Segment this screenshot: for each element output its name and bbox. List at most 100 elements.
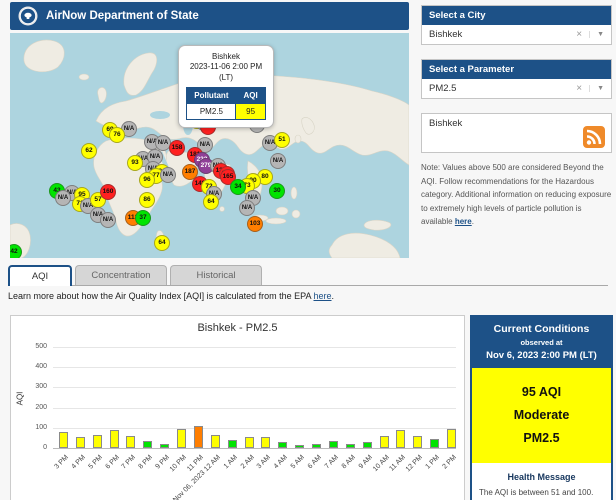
aqi-marker[interactable]: 64 — [203, 194, 219, 210]
aqi-marker[interactable]: 30 — [269, 183, 285, 199]
popup-aqi-header: AQI — [236, 88, 265, 104]
aqi-chart-panel: Bishkek - PM2.5 0100200300400500AQI3 PM4… — [10, 315, 465, 500]
y-axis-title: AQI — [15, 392, 24, 406]
app-header: AirNow Department of State — [10, 2, 409, 30]
aqi-bar[interactable] — [447, 429, 456, 448]
aqi-marker[interactable]: N/A — [100, 212, 116, 228]
parameter-select-label: Select a Parameter — [422, 60, 611, 79]
aqi-bar[interactable] — [126, 436, 135, 448]
rss-icon[interactable] — [583, 126, 605, 148]
aqi-bar[interactable] — [143, 441, 152, 448]
observed-at-value: Nov 6, 2023 2:00 PM (LT) — [476, 350, 607, 361]
current-conditions-header: Current Conditions observed at Nov 6, 20… — [472, 317, 611, 368]
aqi-bar[interactable] — [160, 444, 169, 448]
y-axis-tick-label: 500 — [13, 343, 47, 350]
popup-pollutant-header: Pollutant — [187, 88, 236, 104]
gridline — [53, 387, 456, 388]
world-map[interactable]: 86N/A110N/A697662N/AN/AN/A158N/AN/A51N/A… — [10, 33, 409, 258]
city-clear-icon[interactable]: × — [576, 29, 582, 40]
aqi-marker[interactable]: 62 — [81, 143, 97, 159]
aqi-bar[interactable] — [278, 442, 287, 448]
health-message-header: Health Message — [472, 472, 611, 482]
aqi-bar[interactable] — [110, 430, 119, 448]
aqi-marker[interactable]: N/A — [160, 167, 176, 183]
current-aqi-box: 95 AQI Moderate PM2.5 — [472, 368, 611, 463]
city-chevron-down-icon[interactable]: ▼ — [589, 31, 604, 38]
aqi-bar[interactable] — [93, 435, 102, 448]
feed-box: Bishkek — [421, 113, 612, 153]
popup-timezone: (LT) — [183, 73, 269, 83]
city-select-label: Select a City — [422, 6, 611, 25]
aqi-marker[interactable]: 64 — [154, 235, 170, 251]
popup-aqi-value: 95 — [236, 104, 265, 120]
popup-table: Pollutant AQI PM2.5 95 — [186, 87, 265, 120]
parameter-select[interactable]: PM2.5 × ▼ — [422, 79, 611, 98]
observed-at-label: observed at — [476, 338, 607, 347]
beyond-aqi-note: Note: Values above 500 are considered Be… — [421, 161, 612, 229]
aqi-marker[interactable]: 96 — [139, 172, 155, 188]
aqi-marker[interactable]: 158 — [169, 140, 185, 156]
aqi-bar[interactable] — [380, 436, 389, 448]
popup-pollutant-value: PM2.5 — [187, 104, 236, 120]
y-axis-tick-label: 100 — [13, 424, 47, 431]
aqi-marker[interactable]: 93 — [127, 155, 143, 171]
aqi-bar[interactable] — [76, 437, 85, 448]
bar-chart: 0100200300400500AQI3 PM4 PM5 PM6 PM7 PM8… — [11, 316, 466, 500]
gridline — [53, 347, 456, 348]
note-here-link[interactable]: here — [455, 217, 472, 226]
current-conditions-title: Current Conditions — [476, 323, 607, 335]
tab-concentration[interactable]: Concentration — [75, 265, 167, 285]
aqi-bar[interactable] — [228, 440, 237, 448]
epa-here-link[interactable]: here — [314, 291, 332, 301]
tab-aqi[interactable]: AQI — [8, 265, 72, 286]
aqi-bar[interactable] — [363, 442, 372, 448]
learn-more-text: Learn more about how the Air Quality Ind… — [8, 291, 334, 301]
gridline — [53, 428, 456, 429]
aqi-bar[interactable] — [59, 432, 68, 448]
aqi-bar[interactable] — [396, 430, 405, 448]
aqi-marker[interactable]: 103 — [247, 216, 263, 232]
current-conditions-panel: Current Conditions observed at Nov 6, 20… — [470, 315, 613, 500]
parameter-clear-icon[interactable]: × — [576, 83, 582, 94]
aqi-marker[interactable]: 86 — [139, 192, 155, 208]
aqi-bar[interactable] — [346, 444, 355, 448]
aqi-bar[interactable] — [413, 436, 422, 448]
aqi-bar[interactable] — [312, 444, 321, 448]
y-axis-tick-label: 400 — [13, 363, 47, 370]
aqi-marker[interactable]: 37 — [135, 210, 151, 226]
aqi-marker[interactable]: N/A — [239, 200, 255, 216]
aqi-marker[interactable]: N/A — [55, 190, 71, 206]
aqi-bar[interactable] — [261, 437, 270, 448]
y-axis-tick-label: 0 — [13, 444, 47, 451]
tab-historical[interactable]: Historical — [170, 265, 262, 285]
aqi-marker[interactable]: 76 — [109, 127, 125, 143]
left-column: AirNow Department of State — [10, 2, 409, 258]
y-axis-tick-label: 300 — [13, 383, 47, 390]
state-department-seal-icon — [18, 6, 38, 26]
current-aqi-pollutant: PM2.5 — [476, 427, 607, 450]
parameter-select-value: PM2.5 — [429, 83, 456, 94]
tab-bar: AQI Concentration Historical — [8, 264, 608, 286]
sidebar: Select a City Bishkek × ▼ Select a Param… — [421, 5, 612, 229]
popup-city: Bishkek — [183, 52, 269, 62]
gridline — [53, 408, 456, 409]
aqi-bar[interactable] — [211, 435, 220, 448]
aqi-marker[interactable]: 34 — [230, 179, 246, 195]
aqi-marker[interactable]: 160 — [100, 184, 116, 200]
app-title: AirNow Department of State — [46, 10, 199, 22]
aqi-marker[interactable]: 51 — [274, 132, 290, 148]
aqi-bar[interactable] — [245, 437, 254, 448]
city-select-box: Select a City Bishkek × ▼ — [421, 5, 612, 45]
city-select[interactable]: Bishkek × ▼ — [422, 25, 611, 44]
health-message-text: The AQI is between 51 and 100. Air quali… — [472, 487, 611, 500]
current-aqi-value: 95 AQI — [476, 381, 607, 404]
aqi-marker[interactable]: 42 — [10, 244, 22, 258]
parameter-chevron-down-icon[interactable]: ▼ — [589, 85, 604, 92]
aqi-bar[interactable] — [177, 429, 186, 448]
aqi-bar[interactable] — [295, 445, 304, 448]
aqi-marker[interactable]: N/A — [270, 153, 286, 169]
aqi-bar[interactable] — [329, 441, 338, 448]
aqi-bar[interactable] — [430, 439, 439, 448]
aqi-bar[interactable] — [194, 426, 203, 448]
city-select-value: Bishkek — [429, 29, 462, 40]
